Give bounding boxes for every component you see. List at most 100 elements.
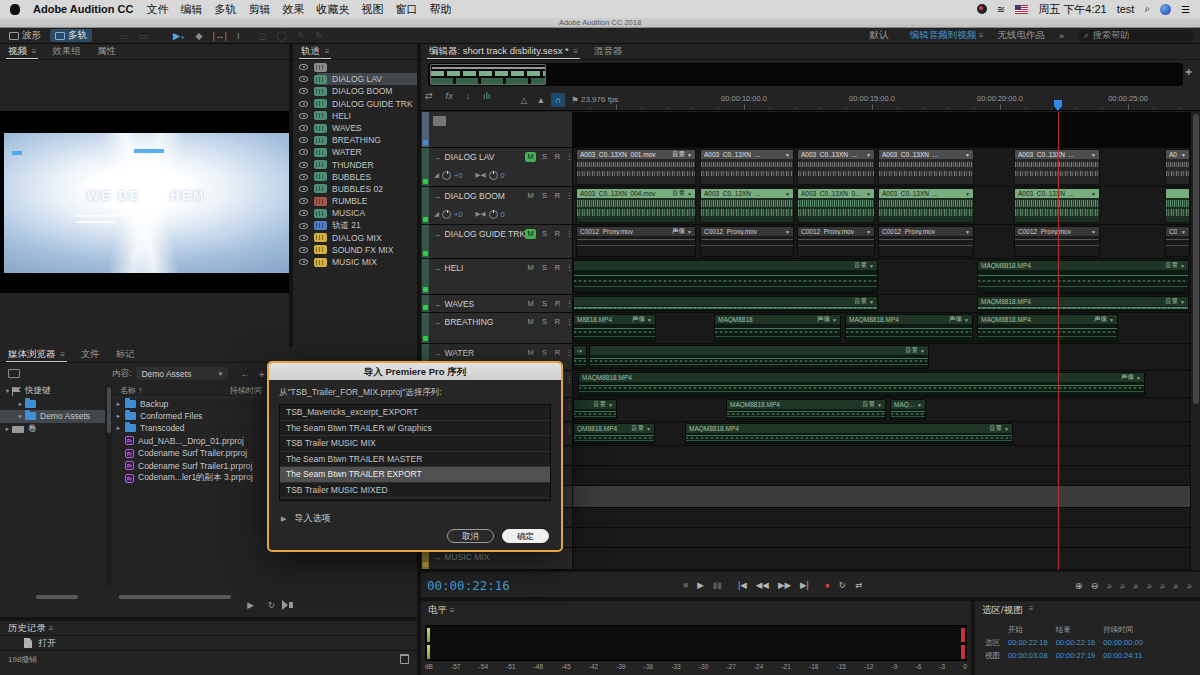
input-language-flag-icon[interactable] (1015, 5, 1028, 14)
menu-收藏夹[interactable]: 收藏夹 (316, 2, 349, 17)
audio-clip[interactable]: MAQM8818.MP4音量▼ (726, 399, 886, 420)
eye-icon[interactable] (299, 137, 308, 143)
tree-item[interactable]: ▸ (0, 398, 105, 411)
audio-clip[interactable]: MAQM8818.MP4声像▼ (578, 372, 1145, 396)
play-button[interactable]: ▶ (697, 580, 704, 590)
track-list-item[interactable]: DIALOG GUIDE TRK (293, 98, 417, 110)
arm-button[interactable]: R (552, 191, 563, 201)
editor-vertical-scrollbar[interactable] (1190, 112, 1200, 570)
track-list-item[interactable]: HELI (293, 110, 417, 122)
mute-button[interactable]: M (525, 317, 536, 327)
menu-窗口[interactable]: 窗口 (395, 2, 417, 17)
tab-文件[interactable]: 文件 (73, 348, 108, 361)
column-duration[interactable]: 持续时间 (230, 385, 262, 397)
content-dropdown[interactable]: Demo Assets▼ (136, 367, 228, 380)
tab-视频[interactable]: 视频 ≡ (0, 45, 44, 58)
track-list-item[interactable]: THUNDER (293, 159, 417, 171)
eye-icon[interactable] (299, 113, 308, 119)
punch-icon[interactable]: ↓ (466, 90, 471, 101)
dialog-title[interactable]: 导入 Premiere Pro 序列 (269, 363, 561, 380)
solo-button[interactable]: S (539, 263, 550, 273)
apple-icon[interactable] (10, 4, 20, 15)
audio-clip[interactable]: MAQM8818.MP4音量▼ (977, 260, 1189, 293)
editor-tab[interactable]: 编辑器: short track disbility.sesx * ≡ (421, 45, 586, 58)
tab-媒体浏览器[interactable]: 媒体浏览器 ≡ (0, 348, 73, 361)
mute-button[interactable]: M (525, 348, 536, 358)
eye-icon[interactable] (299, 125, 308, 131)
export-icon[interactable]: ▭ (139, 30, 148, 41)
audio-clip[interactable]: MAQM8818.MP4声像▼ (845, 314, 973, 342)
track-header[interactable] (421, 112, 573, 147)
selview-title[interactable]: 选区/视图 (982, 604, 1023, 617)
audio-clip[interactable]: C0▼ (1165, 226, 1190, 257)
pan-knob[interactable] (489, 171, 498, 180)
ok-button[interactable]: 确定 (502, 529, 549, 543)
skip-back-button[interactable]: |◀ (738, 580, 747, 590)
navigator-viewbox[interactable] (430, 64, 546, 85)
zoom-c-icon[interactable]: ⌕ (1173, 580, 1178, 592)
move-tool-icon[interactable]: ▶₊ (173, 30, 185, 41)
track-list-item[interactable]: MUSICA (293, 207, 417, 219)
slip-tool-icon[interactable]: |↔| (213, 30, 227, 41)
zoom-b-icon[interactable]: ⌕ (1160, 580, 1165, 592)
window-titlebar[interactable]: Adobe Audition CC 2018 (0, 18, 1200, 28)
track-list-item[interactable]: SOUND FX MIX (293, 244, 417, 256)
audio-clip[interactable]: A003_C0..13XN_...▼ (797, 149, 875, 185)
mute-button[interactable]: M (525, 263, 536, 273)
audio-clip[interactable]: 音量▼ (573, 296, 878, 311)
video-preview[interactable]: WE DEHEM (4, 133, 289, 273)
menu-剪辑[interactable]: 剪辑 (248, 2, 270, 17)
zoom-navigator[interactable]: ✛ (421, 60, 1200, 90)
sequence-item[interactable]: The Seam Btwn TRAILER MASTER (280, 452, 550, 468)
audio-clip[interactable]: 4▼ (573, 345, 587, 369)
track-list-item[interactable] (293, 61, 417, 73)
track-list-item[interactable]: BUBBLES 02 (293, 183, 417, 195)
menubar-user[interactable]: test (1117, 3, 1135, 15)
workspace-编辑音频到视频[interactable]: 编辑音频到视频 ≡ (910, 29, 984, 42)
audio-clip[interactable]: A003_C0..13XN_...▼ (700, 149, 794, 185)
text-tool-icon[interactable]: I (237, 30, 240, 41)
import-options-toggle[interactable]: ▶导入选项 (281, 512, 330, 525)
menu-帮助[interactable]: 帮助 (429, 2, 451, 17)
track-list-item[interactable]: DIALOG LAV (293, 73, 417, 85)
snap-magnet-icon[interactable]: ∩ (551, 93, 565, 107)
audio-clip[interactable]: C0012_Proxy.mov▼ (797, 226, 875, 257)
audio-clip[interactable]: MAQ...▼ (890, 399, 926, 420)
mute-button[interactable]: M (525, 152, 536, 162)
menu-视图[interactable]: 视图 (361, 2, 383, 17)
shuffle-icon[interactable]: ⇄ (425, 90, 433, 101)
wifi-icon[interactable]: ≋ (997, 4, 1005, 15)
history-title[interactable]: 历史记录 (8, 622, 46, 635)
eye-icon[interactable] (299, 235, 308, 241)
forward-button[interactable]: ▶▶ (778, 580, 791, 590)
track-list-item[interactable]: BREATHING (293, 134, 417, 146)
timecode-display[interactable]: 00:00:22:16 (427, 578, 510, 593)
zoom-in-h-icon[interactable]: ⊕ (1075, 580, 1083, 592)
tab-属性[interactable]: 属性 (89, 45, 124, 58)
audio-clip[interactable]: C0012_Proxy.mov▼ (1014, 226, 1100, 257)
track-header[interactable]: ↔DIALOG GUIDE TRKMSR⋮ (421, 225, 573, 258)
audio-clip[interactable]: A003_C0..13XN_...▼ (1014, 149, 1100, 185)
solo-button[interactable]: S (539, 348, 550, 358)
arm-button[interactable]: R (552, 299, 563, 309)
tree-scrollbar[interactable] (105, 385, 112, 587)
audio-clip[interactable]: 音量▼ (573, 260, 878, 293)
eye-icon[interactable] (299, 223, 308, 229)
rewind-button[interactable]: ◀◀ (756, 580, 769, 590)
mute-button[interactable]: M (525, 229, 536, 239)
track-header[interactable]: ↔BREATHINGMSR⋮ (421, 313, 573, 343)
solo-button[interactable]: S (539, 191, 550, 201)
brush-tool-icon[interactable]: ✎ (297, 30, 305, 41)
stop-button[interactable]: ■ (683, 580, 688, 590)
arm-button[interactable]: R (552, 152, 563, 162)
workspace-overflow-button[interactable]: » (1059, 31, 1064, 41)
snap-a-icon[interactable]: △ (517, 93, 531, 107)
volume-knob[interactable] (442, 171, 451, 180)
eye-icon[interactable] (299, 210, 308, 216)
sequence-item[interactable]: The Seam Btwn TRAILER w/ Graphics (280, 421, 550, 437)
audio-clip[interactable]: M8818.MP4声像▼ (573, 314, 656, 342)
add-icon[interactable]: + (258, 368, 264, 380)
metering-icon[interactable]: ılı (483, 90, 490, 101)
audio-clip[interactable]: MAQM8818声像▼ (714, 314, 841, 342)
solo-button[interactable]: S (539, 152, 550, 162)
